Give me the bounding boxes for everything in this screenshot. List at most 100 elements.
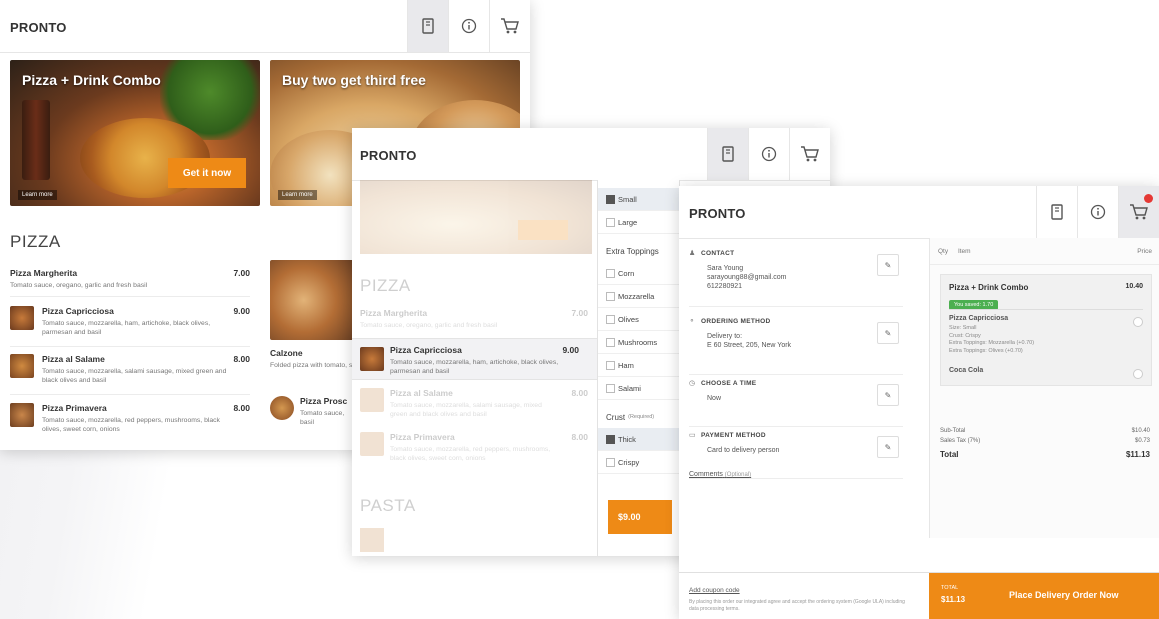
menu-item[interactable]: Pizza Margherita Tomato sauce, oregano, …	[10, 268, 250, 290]
choose-time-section: ◷ CHOOSE A TIME Now ✎	[689, 374, 903, 427]
topping-mushrooms[interactable]: Mushrooms	[598, 331, 679, 354]
topping-ham[interactable]: Ham	[598, 354, 679, 377]
item-desc: Tomato sauce, mozzarella, salami sausage…	[390, 402, 542, 418]
delivery-info: Delivery to: E 60 Street, 205, New York	[707, 333, 792, 349]
cart-icon[interactable]	[789, 128, 830, 180]
checkout-details: ♟ CONTACT Sara Young sarayoung88@gmail.c…	[679, 238, 911, 573]
learn-more-link[interactable]: Learn more	[18, 190, 57, 200]
item-name: Pizza Capricciosa	[42, 306, 114, 316]
item-name: Pizza al Salame	[42, 354, 105, 364]
brand-logo: PRONTO	[360, 148, 417, 163]
menu-item[interactable]: Pizza Primavera Tomato sauce, mozzarella…	[10, 403, 250, 439]
order-button-label: Place Delivery Order Now	[1009, 590, 1119, 600]
promo-image-dimmed	[360, 180, 592, 254]
edit-ordering-method-button[interactable]: ✎	[877, 322, 899, 344]
item-thumbnail	[360, 347, 384, 371]
cart-header: Qty Item Price	[938, 248, 1152, 255]
comments-link[interactable]: Comments (Optional)	[689, 471, 751, 478]
item-thumbnail	[10, 403, 34, 427]
option-small[interactable]: Small	[598, 188, 679, 211]
get-it-now-button[interactable]: Get it now	[168, 158, 246, 188]
cart-icon[interactable]	[489, 0, 530, 52]
item-desc: Tomato sauce, mozzarella, red peppers, m…	[390, 446, 551, 462]
header: PRONTO	[679, 186, 1159, 239]
clock-icon: ◷	[689, 380, 696, 387]
section-title: PAYMENT METHOD	[701, 432, 766, 439]
checkbox-icon	[606, 269, 615, 278]
promo-title: Pizza + Drink Combo	[22, 72, 161, 88]
subtotal-row: Sub-Total $10.40	[940, 428, 1150, 434]
delivery-icon: ⚬	[689, 318, 695, 325]
check-icon	[1133, 317, 1143, 327]
edit-payment-button[interactable]: ✎	[877, 436, 899, 458]
learn-more-link[interactable]: Learn more	[278, 190, 317, 200]
item-price: 9.00	[562, 345, 579, 355]
header: PRONTO	[0, 0, 530, 53]
time-info: Now	[707, 395, 722, 402]
ordering-method-section: ⚬ ORDERING METHOD Delivery to: E 60 Stre…	[689, 312, 903, 375]
menu-item-dimmed: Pizza Primavera Tomato sauce, mozzarella…	[360, 432, 588, 468]
item-name: Pizza Margherita	[10, 268, 78, 278]
calzone-image	[270, 260, 354, 340]
checkout-footer: Add coupon code By placing this order ou…	[679, 572, 1159, 619]
topping-corn[interactable]: Corn	[598, 262, 679, 285]
item-thumbnail	[360, 388, 384, 412]
checkbox-icon	[606, 195, 615, 204]
add-to-cart-button[interactable]: $9.00	[608, 500, 672, 534]
item-thumbnail	[270, 396, 294, 420]
brand-logo: PRONTO	[10, 20, 67, 35]
item-desc: Tomato sauce, mozzarella, ham, artichoke…	[42, 320, 211, 336]
menu-item[interactable]: Pizza Capricciosa Tomato sauce, mozzarel…	[10, 306, 250, 342]
item-price: 8.00	[233, 403, 250, 413]
tax-row: Sales Tax (7%) $0.73	[940, 438, 1150, 444]
edit-contact-button[interactable]: ✎	[877, 254, 899, 276]
menu-item-selected[interactable]: Pizza Capricciosa Tomato sauce, mozzarel…	[352, 338, 597, 380]
menu-book-icon[interactable]	[407, 0, 448, 52]
drink-image	[22, 100, 50, 180]
menu-item[interactable]: Calzone Folded pizza with tomato, salami…	[270, 348, 354, 370]
menu-list-dimmed: PIZZA Pizza Margherita Tomato sauce, ore…	[352, 180, 602, 556]
checkbox-icon	[606, 315, 615, 324]
item-price: 8.00	[571, 432, 588, 442]
item-desc: Tomato sauce, basil	[300, 410, 345, 426]
topping-salami[interactable]: Salami	[598, 377, 679, 400]
promo-button-dimmed	[518, 220, 568, 240]
info-icon[interactable]	[1077, 186, 1118, 238]
topping-mozzarella[interactable]: Mozzarella	[598, 285, 679, 308]
promo-combo-banner[interactable]: Pizza + Drink Combo Get it now Learn mor…	[10, 60, 260, 206]
crust-thick[interactable]: Thick	[598, 428, 679, 451]
checkbox-icon	[606, 435, 615, 444]
item-name: Pizza Primavera	[42, 403, 107, 413]
item-price: 9.00	[233, 306, 250, 316]
checkbox-icon	[606, 338, 615, 347]
item-name: Pizza Primavera	[390, 432, 455, 442]
checkbox-icon	[606, 361, 615, 370]
add-coupon-link[interactable]: Add coupon code	[689, 587, 740, 594]
header: PRONTO	[352, 128, 830, 181]
menu-book-icon[interactable]	[707, 128, 748, 180]
item-name: Pizza Margherita	[360, 308, 428, 318]
user-icon: ♟	[689, 250, 696, 257]
terms-text: By placing this order our integrated agr…	[689, 599, 905, 612]
menu-item[interactable]: Pizza Prosc Tomato sauce, basil	[270, 396, 354, 432]
topping-olives[interactable]: Olives	[598, 308, 679, 331]
info-icon[interactable]	[748, 128, 789, 180]
edit-time-button[interactable]: ✎	[877, 384, 899, 406]
crust-crispy[interactable]: Crispy	[598, 451, 679, 474]
info-icon[interactable]	[448, 0, 489, 52]
cart-icon[interactable]	[1118, 186, 1159, 238]
place-order-button[interactable]: TOTAL $11.13 Place Delivery Order Now	[929, 573, 1159, 619]
divider	[949, 309, 1143, 310]
section-title-pasta: PASTA	[360, 496, 416, 515]
option-large[interactable]: Large	[598, 211, 679, 234]
checkbox-icon	[606, 292, 615, 301]
checkout-screen: PRONTO ♟ CONTACT Sara Young sarayoung88@…	[679, 186, 1159, 619]
menu-item[interactable]: Pizza al Salame Tomato sauce, mozzarella…	[10, 354, 250, 390]
item-name: Pizza Prosc	[300, 396, 348, 406]
menu-book-icon[interactable]	[1036, 186, 1077, 238]
item-price: 7.00	[571, 308, 588, 318]
cart-item-combo[interactable]: Pizza + Drink Combo 10.40 You saved: 1.7…	[940, 274, 1152, 386]
header-icons	[407, 0, 530, 52]
section-title: CHOOSE A TIME	[701, 380, 757, 387]
contact-info: Sara Young sarayoung88@gmail.com 6122809…	[707, 265, 787, 290]
